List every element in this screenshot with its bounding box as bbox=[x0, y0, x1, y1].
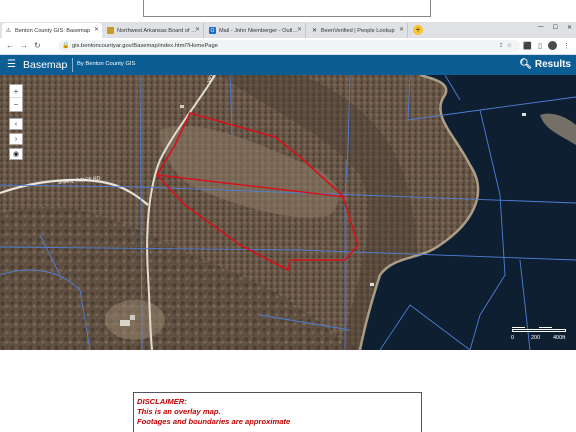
url-text: gis.bentoncountyar.gov/Basemap/index.htm… bbox=[72, 43, 218, 49]
disclaimer-line: This is an overlay map. bbox=[137, 407, 221, 416]
warning-icon: ⚠ bbox=[5, 28, 12, 34]
disclaimer-box: DISCLAIMER: This is an overlay map. Foot… bbox=[133, 392, 422, 432]
new-tab-button[interactable]: + bbox=[413, 25, 423, 35]
aerial-map[interactable]: SNAKE RIDGE RD VER bbox=[0, 75, 576, 350]
close-window-icon[interactable]: ✕ bbox=[567, 24, 572, 31]
reload-icon[interactable]: ↻ bbox=[34, 41, 41, 50]
browser-actions: ⬛ ▯ ⋮ bbox=[523, 41, 570, 50]
outlook-icon: O bbox=[209, 27, 216, 34]
map-view[interactable]: SNAKE RIDGE RD VER bbox=[0, 75, 576, 350]
close-icon[interactable]: ✕ bbox=[399, 26, 404, 33]
sidebar-icon[interactable]: ▯ bbox=[538, 42, 542, 50]
avatar[interactable] bbox=[548, 41, 557, 50]
close-icon[interactable]: ✕ bbox=[195, 26, 200, 33]
scale-label: 0 bbox=[511, 335, 515, 341]
hamburger-menu-icon[interactable]: ☰ bbox=[7, 59, 16, 70]
previous-extent-button[interactable]: ‹ bbox=[9, 118, 23, 130]
back-arrow-icon[interactable]: ← bbox=[6, 41, 14, 50]
extensions-icon[interactable]: ⬛ bbox=[523, 42, 532, 50]
zoom-out-button[interactable]: − bbox=[10, 98, 22, 111]
omnibox-icons: ⇪☆ bbox=[499, 40, 515, 52]
top-frame-box bbox=[143, 0, 431, 17]
zoom-control: + − bbox=[9, 84, 23, 112]
building bbox=[130, 315, 135, 320]
scale-label: 400ft bbox=[553, 335, 566, 341]
scale-bar: 0 200 400ft bbox=[509, 324, 571, 348]
tab-label: Mail - John Niemberger - Outlook bbox=[219, 27, 299, 34]
maximize-icon[interactable]: ☐ bbox=[553, 24, 558, 31]
boat bbox=[370, 283, 374, 286]
scale-segment bbox=[512, 327, 525, 328]
forward-arrow-icon[interactable]: → bbox=[20, 41, 28, 50]
app-subtitle: By Benton County GIS bbox=[77, 61, 136, 67]
tab-beenverified[interactable]: ✕ BeenVerified | People Lookup ✕ bbox=[308, 23, 408, 38]
minimize-icon[interactable]: — bbox=[538, 24, 544, 31]
tab-label: Benton County GIS: Basemap bbox=[15, 27, 90, 34]
site-favicon-icon bbox=[107, 27, 114, 34]
scale-label: 200 bbox=[531, 335, 541, 341]
header-divider bbox=[72, 58, 73, 72]
page: ⚠ Benton County GIS: Basemap ✕ Northwest… bbox=[0, 0, 576, 432]
browser-tab-strip: ⚠ Benton County GIS: Basemap ✕ Northwest… bbox=[0, 22, 576, 38]
beenverified-icon: ✕ bbox=[311, 28, 318, 34]
window-controls: — ☐ ✕ bbox=[538, 24, 572, 31]
building bbox=[180, 105, 184, 108]
tab-nw-arkansas[interactable]: Northwest Arkansas Board of Re... ✕ bbox=[104, 23, 204, 38]
address-bar[interactable]: 🔒 gis.bentoncountyar.gov/Basemap/index.h… bbox=[58, 40, 520, 52]
tab-label: Northwest Arkansas Board of Re... bbox=[117, 27, 197, 34]
close-icon[interactable]: ✕ bbox=[297, 26, 302, 33]
tab-label: BeenVerified | People Lookup bbox=[321, 27, 395, 34]
lock-icon: 🔒 bbox=[62, 43, 70, 49]
results-button[interactable]: 🔍︎ Results bbox=[519, 59, 571, 70]
tab-outlook-mail[interactable]: O Mail - John Niemberger - Outlook ✕ bbox=[206, 23, 306, 38]
scale-segment bbox=[539, 327, 552, 328]
scale-bar-outline bbox=[512, 329, 566, 332]
boat bbox=[522, 113, 526, 116]
disclaimer-heading: DISCLAIMER: bbox=[137, 397, 187, 406]
app-header: ☰ Basemap By Benton County GIS 🔍︎ Result… bbox=[0, 55, 576, 75]
address-row: ← → ↻ 🔒 gis.bentoncountyar.gov/Basemap/i… bbox=[0, 38, 576, 55]
zoom-in-button[interactable]: + bbox=[10, 85, 22, 98]
next-extent-button[interactable]: › bbox=[9, 133, 23, 145]
tab-benton-gis[interactable]: ⚠ Benton County GIS: Basemap ✕ bbox=[2, 23, 102, 38]
building bbox=[120, 320, 130, 326]
star-icon[interactable]: ☆ bbox=[507, 43, 515, 49]
menu-dots-icon[interactable]: ⋮ bbox=[563, 42, 570, 50]
share-icon[interactable]: ⇪ bbox=[499, 43, 507, 49]
disclaimer-line: Footages and boundaries are approximate bbox=[137, 417, 291, 426]
results-label: Results bbox=[534, 59, 571, 70]
app-title: Basemap bbox=[23, 59, 68, 71]
close-icon[interactable]: ✕ bbox=[94, 26, 99, 33]
locate-icon[interactable]: ◉ bbox=[9, 148, 23, 160]
search-icon: 🔍︎ bbox=[519, 59, 533, 70]
